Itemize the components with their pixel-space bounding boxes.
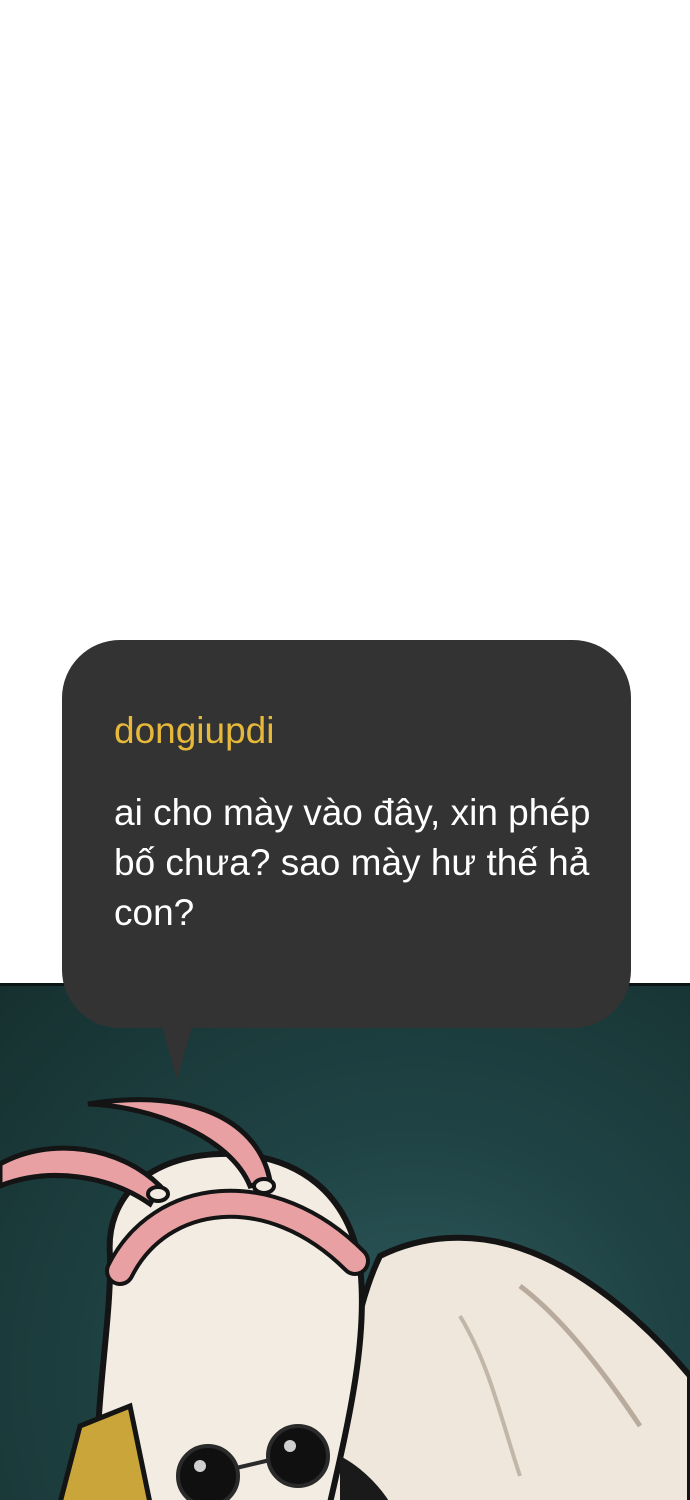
comic-page: dongiupdi ai cho mày vào đây, xin phép b… [0, 0, 690, 1500]
character-body [327, 1234, 690, 1500]
ear-ring-right [252, 1177, 276, 1195]
comment-bubble: dongiupdi ai cho mày vào đây, xin phép b… [62, 640, 631, 1028]
sunglasses-left-lens [176, 1444, 240, 1500]
left-bunny-ear [0, 1145, 164, 1208]
comment-bubble-tail [160, 1020, 194, 1080]
sunglasses-right-lens [266, 1424, 330, 1488]
comment-text: ai cho mày vào đây, xin phép bố chưa? sa… [114, 792, 591, 933]
bunny-ears-character-art [0, 1097, 690, 1500]
ear-ring-left [146, 1185, 170, 1203]
comic-panel-illustration [0, 983, 690, 1500]
comment-username[interactable]: dongiupdi [114, 710, 274, 752]
